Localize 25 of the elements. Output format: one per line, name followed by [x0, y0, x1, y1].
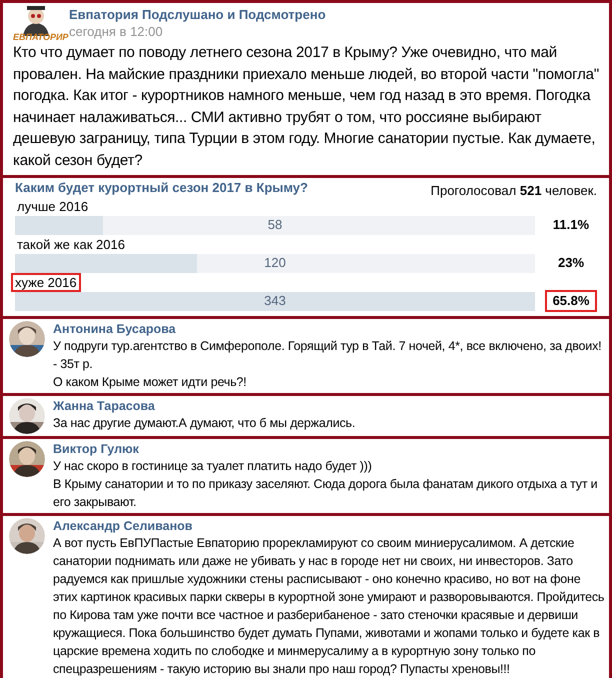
comment-author[interactable]: Виктор Гулюк: [53, 441, 607, 457]
voters-count: Проголосовал 521 человек.: [430, 183, 597, 199]
option-percent: 11.1%: [552, 216, 590, 234]
option-label: такой же как 2016: [16, 237, 126, 252]
comment-text: У подруги тур.агентство в Симферополе. Горящий тур в Тай. 7 ночей, 4*, все включено, за двоих! - 35т р.: [53, 338, 602, 373]
option-label: хуже 2016: [13, 275, 79, 290]
option-label: лучше 2016: [16, 199, 90, 214]
comment-text: У нас скоро в гостинице за туалет платить надо будет ))): [53, 458, 373, 475]
comment-author[interactable]: Антонина Бусарова: [53, 321, 607, 337]
poll-bar[interactable]: 120: [15, 254, 535, 272]
option-percent: 65.8%: [545, 290, 597, 312]
comment-text: В Крыму санатории и то по приказу заселяют. Сюда дорога была фанатам дикого отдыха а тут и его закрывают.: [53, 476, 598, 511]
logo-text: ЕВПАТОРИР: [13, 32, 68, 42]
comment-author[interactable]: Жанна Тарасова: [53, 398, 356, 414]
poll-title: Каким будет курортный сезон 2017 в Крыму?: [15, 180, 308, 196]
poll-bar[interactable]: 58: [15, 216, 535, 234]
comment-text: А вот пусть ЕвПУПастые Евпаторию прорекламируют со своим миниерусалимом. А детские санатории поднимать или даже не убивать у нас в городе нет ни своих, ни инвесторов. Зато радуемся как пришлые художники стены расписывают - оно конечно красиво, но вот на фоне этих картинок красивых парки скверы в курортной зоне умирают и разворовываются. Пройдитесь по Кирова там уже почти все частное и разберибаненое - зато стеночки красявые и дервиши кружащиеся. Пока большинство будет думать Пупами, животами и жопами только и будете как в царские времена ходить по слободке и минмерусалиму а в курортную зону только по спецразрешениям - такую историю вы знали про наш город? Пупасты хреновы!!!: [53, 535, 606, 678]
comment-author[interactable]: Александр Селиванов: [53, 518, 607, 534]
option-percent: 23%: [556, 254, 586, 272]
post-time: сегодня в 12:00: [69, 23, 164, 40]
comment-text: За нас другие думают.А думают, что б мы держались.: [53, 415, 356, 432]
post-text: Кто что думает по поводу летнего сезона 2017 в Крыму? Уже очевидно, что май провален. На майские праздники приехало меньше людей, во второй части "помогла" погодка. Как итог - курортников намного меньше, чем год назад в это время. Погодка начинает налаживаться... СМИ активно трубят о том, что россияне выбирают дешевую заграницу, типа Турции в этом году. Многие санатории пустые. Как думаете, какой сезон будет?: [13, 43, 599, 170]
comment-text: О каком Крыме может идти речь?!: [53, 374, 248, 391]
poll-bar[interactable]: 343: [15, 292, 535, 310]
author-link[interactable]: Евпатория Подслушано и Подсмотрено: [69, 6, 326, 23]
